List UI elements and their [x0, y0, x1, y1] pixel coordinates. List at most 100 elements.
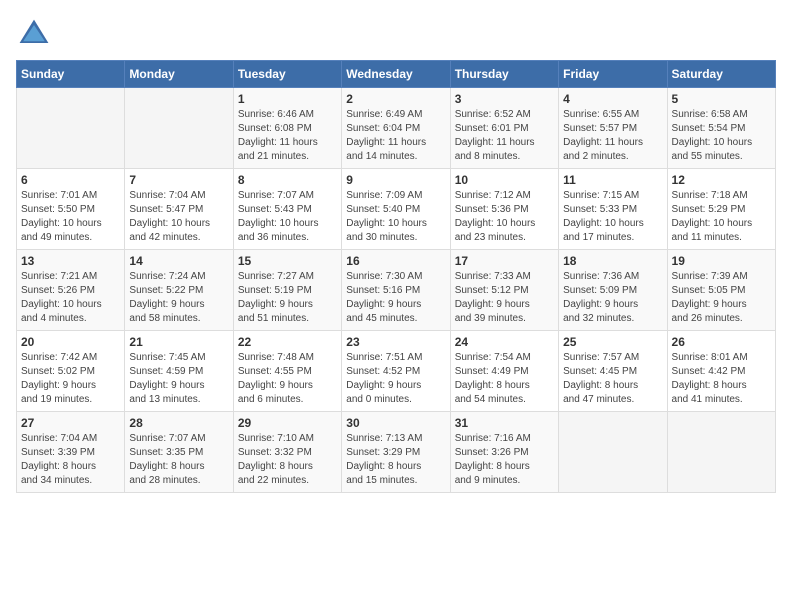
calendar-cell: 21 Sunrise: 7:45 AM Sunset: 4:59 PM Dayli…: [125, 331, 233, 412]
calendar-cell: 6 Sunrise: 7:01 AM Sunset: 5:50 PM Daylig…: [17, 169, 125, 250]
day-info: Sunrise: 6:49 AM Sunset: 6:04 PM Dayligh…: [346, 108, 445, 164]
day-number: 19: [672, 254, 771, 268]
day-number: 3: [455, 92, 554, 106]
day-number: 28: [129, 416, 228, 430]
day-number: 22: [238, 335, 337, 349]
day-number: 1: [238, 92, 337, 106]
day-number: 14: [129, 254, 228, 268]
logo: [16, 16, 56, 52]
day-number: 23: [346, 335, 445, 349]
day-number: 24: [455, 335, 554, 349]
calendar-cell: 7 Sunrise: 7:04 AM Sunset: 5:47 PM Daylig…: [125, 169, 233, 250]
day-info: Sunrise: 7:07 AM Sunset: 3:35 PM Dayligh…: [129, 432, 228, 488]
day-info: Sunrise: 7:51 AM Sunset: 4:52 PM Dayligh…: [346, 351, 445, 407]
calendar-cell: 30 Sunrise: 7:13 AM Sunset: 3:29 PM Dayli…: [342, 412, 450, 493]
calendar-cell: 22 Sunrise: 7:48 AM Sunset: 4:55 PM Dayli…: [233, 331, 341, 412]
calendar-cell: 14 Sunrise: 7:24 AM Sunset: 5:22 PM Dayli…: [125, 250, 233, 331]
day-info: Sunrise: 6:52 AM Sunset: 6:01 PM Dayligh…: [455, 108, 554, 164]
day-number: 18: [563, 254, 662, 268]
calendar-cell: 27 Sunrise: 7:04 AM Sunset: 3:39 PM Dayli…: [17, 412, 125, 493]
day-number: 7: [129, 173, 228, 187]
calendar-cell: 10 Sunrise: 7:12 AM Sunset: 5:36 PM Dayli…: [450, 169, 558, 250]
day-number: 26: [672, 335, 771, 349]
day-info: Sunrise: 7:15 AM Sunset: 5:33 PM Dayligh…: [563, 189, 662, 245]
calendar-cell: 3 Sunrise: 6:52 AM Sunset: 6:01 PM Daylig…: [450, 88, 558, 169]
day-info: Sunrise: 7:04 AM Sunset: 5:47 PM Dayligh…: [129, 189, 228, 245]
day-info: Sunrise: 7:48 AM Sunset: 4:55 PM Dayligh…: [238, 351, 337, 407]
calendar-cell: 23 Sunrise: 7:51 AM Sunset: 4:52 PM Dayli…: [342, 331, 450, 412]
day-number: 27: [21, 416, 120, 430]
weekday-header-friday: Friday: [559, 61, 667, 88]
day-number: 9: [346, 173, 445, 187]
calendar-cell: [17, 88, 125, 169]
calendar-cell: 12 Sunrise: 7:18 AM Sunset: 5:29 PM Dayli…: [667, 169, 775, 250]
day-number: 15: [238, 254, 337, 268]
day-number: 13: [21, 254, 120, 268]
calendar-cell: 20 Sunrise: 7:42 AM Sunset: 5:02 PM Dayli…: [17, 331, 125, 412]
calendar-cell: 13 Sunrise: 7:21 AM Sunset: 5:26 PM Dayli…: [17, 250, 125, 331]
weekday-header-sunday: Sunday: [17, 61, 125, 88]
day-info: Sunrise: 6:58 AM Sunset: 5:54 PM Dayligh…: [672, 108, 771, 164]
day-info: Sunrise: 7:13 AM Sunset: 3:29 PM Dayligh…: [346, 432, 445, 488]
calendar-cell: 17 Sunrise: 7:33 AM Sunset: 5:12 PM Dayli…: [450, 250, 558, 331]
day-info: Sunrise: 7:04 AM Sunset: 3:39 PM Dayligh…: [21, 432, 120, 488]
calendar-cell: 9 Sunrise: 7:09 AM Sunset: 5:40 PM Daylig…: [342, 169, 450, 250]
calendar-cell: 18 Sunrise: 7:36 AM Sunset: 5:09 PM Dayli…: [559, 250, 667, 331]
calendar-cell: 29 Sunrise: 7:10 AM Sunset: 3:32 PM Dayli…: [233, 412, 341, 493]
day-number: 31: [455, 416, 554, 430]
calendar-cell: 25Sunrise: 7:57 AM Sunset: 4:45 PM Dayli…: [559, 331, 667, 412]
day-number: 29: [238, 416, 337, 430]
day-number: 20: [21, 335, 120, 349]
calendar-cell: 19Sunrise: 7:39 AM Sunset: 5:05 PM Dayli…: [667, 250, 775, 331]
calendar-cell: 8 Sunrise: 7:07 AM Sunset: 5:43 PM Daylig…: [233, 169, 341, 250]
weekday-header-saturday: Saturday: [667, 61, 775, 88]
day-info: Sunrise: 7:09 AM Sunset: 5:40 PM Dayligh…: [346, 189, 445, 245]
day-info: Sunrise: 7:16 AM Sunset: 3:26 PM Dayligh…: [455, 432, 554, 488]
calendar-cell: 28 Sunrise: 7:07 AM Sunset: 3:35 PM Dayli…: [125, 412, 233, 493]
day-info: Sunrise: 7:12 AM Sunset: 5:36 PM Dayligh…: [455, 189, 554, 245]
day-number: 6: [21, 173, 120, 187]
calendar-cell: 2 Sunrise: 6:49 AM Sunset: 6:04 PM Daylig…: [342, 88, 450, 169]
weekday-header-thursday: Thursday: [450, 61, 558, 88]
calendar-cell: [125, 88, 233, 169]
day-info: Sunrise: 7:18 AM Sunset: 5:29 PM Dayligh…: [672, 189, 771, 245]
day-number: 16: [346, 254, 445, 268]
day-number: 30: [346, 416, 445, 430]
page-header: [16, 16, 776, 52]
weekday-header-tuesday: Tuesday: [233, 61, 341, 88]
calendar-cell: 1 Sunrise: 6:46 AM Sunset: 6:08 PM Daylig…: [233, 88, 341, 169]
day-number: 21: [129, 335, 228, 349]
day-info: Sunrise: 7:21 AM Sunset: 5:26 PM Dayligh…: [21, 270, 120, 326]
day-number: 11: [563, 173, 662, 187]
day-info: Sunrise: 6:46 AM Sunset: 6:08 PM Dayligh…: [238, 108, 337, 164]
day-info: Sunrise: 7:36 AM Sunset: 5:09 PM Dayligh…: [563, 270, 662, 326]
day-number: 5: [672, 92, 771, 106]
day-number: 25: [563, 335, 662, 349]
calendar-cell: 4 Sunrise: 6:55 AM Sunset: 5:57 PM Daylig…: [559, 88, 667, 169]
day-info: Sunrise: 7:30 AM Sunset: 5:16 PM Dayligh…: [346, 270, 445, 326]
day-info: Sunrise: 7:24 AM Sunset: 5:22 PM Dayligh…: [129, 270, 228, 326]
calendar-cell: 11 Sunrise: 7:15 AM Sunset: 5:33 PM Dayli…: [559, 169, 667, 250]
calendar-cell: [667, 412, 775, 493]
day-info: Sunrise: 8:01 AM Sunset: 4:42 PM Dayligh…: [672, 351, 771, 407]
day-info: Sunrise: 6:55 AM Sunset: 5:57 PM Dayligh…: [563, 108, 662, 164]
calendar-cell: 16 Sunrise: 7:30 AM Sunset: 5:16 PM Dayli…: [342, 250, 450, 331]
calendar-cell: 5 Sunrise: 6:58 AM Sunset: 5:54 PM Daylig…: [667, 88, 775, 169]
day-info: Sunrise: 7:45 AM Sunset: 4:59 PM Dayligh…: [129, 351, 228, 407]
day-number: 10: [455, 173, 554, 187]
day-number: 2: [346, 92, 445, 106]
day-info: Sunrise: 7:42 AM Sunset: 5:02 PM Dayligh…: [21, 351, 120, 407]
day-number: 4: [563, 92, 662, 106]
day-info: Sunrise: 7:54 AM Sunset: 4:49 PM Dayligh…: [455, 351, 554, 407]
calendar-cell: 31 Sunrise: 7:16 AM Sunset: 3:26 PM Dayli…: [450, 412, 558, 493]
day-info: Sunrise: 7:10 AM Sunset: 3:32 PM Dayligh…: [238, 432, 337, 488]
day-info: Sunrise: 7:07 AM Sunset: 5:43 PM Dayligh…: [238, 189, 337, 245]
calendar-cell: 26 Sunrise: 8:01 AM Sunset: 4:42 PM Dayli…: [667, 331, 775, 412]
day-info: Sunrise: 7:27 AM Sunset: 5:19 PM Dayligh…: [238, 270, 337, 326]
day-number: 12: [672, 173, 771, 187]
day-info: Sunrise: 7:33 AM Sunset: 5:12 PM Dayligh…: [455, 270, 554, 326]
day-number: 17: [455, 254, 554, 268]
weekday-header-wednesday: Wednesday: [342, 61, 450, 88]
day-number: 8: [238, 173, 337, 187]
day-info: Sunrise: 7:01 AM Sunset: 5:50 PM Dayligh…: [21, 189, 120, 245]
